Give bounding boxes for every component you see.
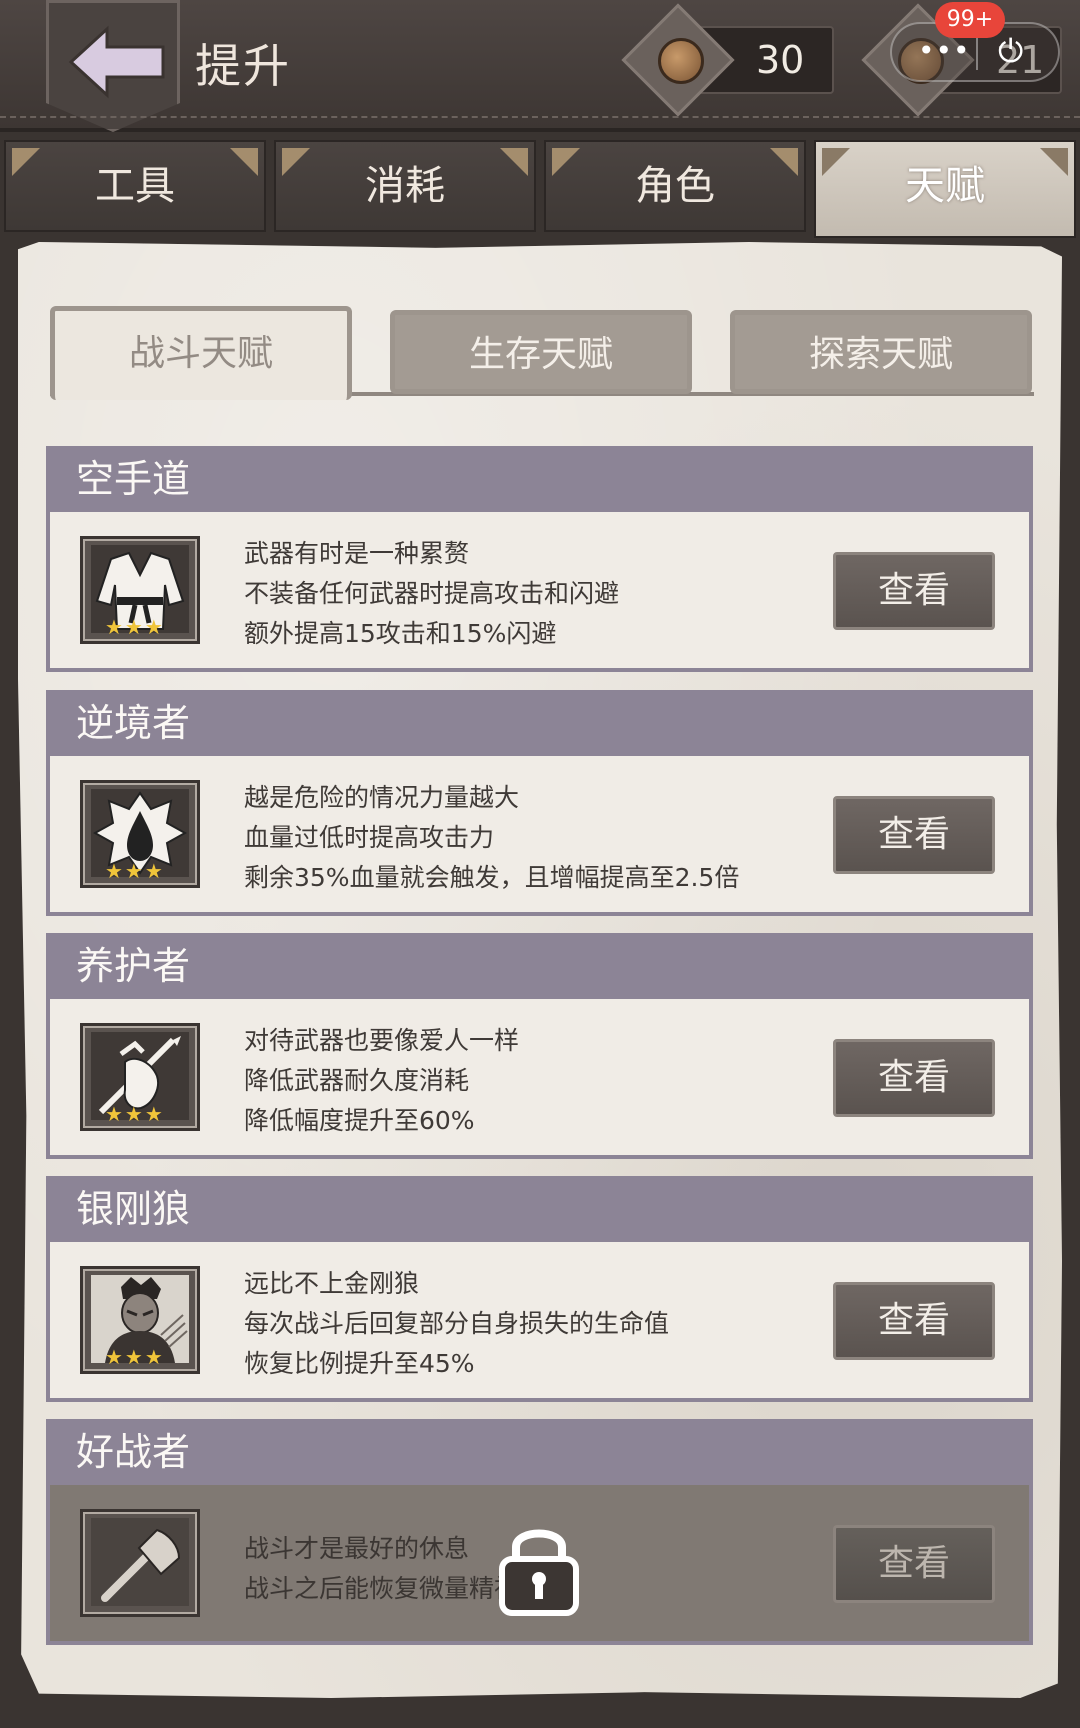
- top-header: 提升 30 21 ••• ⏻ 99+: [0, 0, 1080, 132]
- talent-stars: ★★★: [105, 1102, 165, 1126]
- desc-line: 不装备任何武器时提高攻击和闪避: [244, 579, 620, 608]
- talent-card-caretaker: 养护者 ★★★ 对待武器也要像爱人一样 降低武器耐久度消耗 降低幅度提升至60%…: [46, 933, 1033, 1159]
- axe-icon: [91, 1518, 189, 1606]
- desc-line: 剩余35%血量就会触发，且增幅提高至2.5倍: [244, 863, 740, 892]
- corner-ornament-icon: [822, 148, 850, 176]
- power-icon[interactable]: ⏻: [998, 32, 1023, 71]
- talent-stars: ★★★: [105, 615, 165, 639]
- main-tab-bar: 工具 消耗 角色 天赋: [0, 140, 1080, 238]
- subtab-combat-talents[interactable]: 战斗天赋: [50, 306, 352, 400]
- tab-label: 工具: [95, 163, 175, 209]
- talent-name: 好战者: [46, 1419, 1033, 1485]
- subtab-survival-talents[interactable]: 生存天赋: [390, 310, 692, 394]
- talent-icon-frame: ★★★: [80, 1266, 200, 1374]
- view-button[interactable]: 查看: [833, 1282, 995, 1360]
- currency-a-amount: 30: [756, 38, 805, 82]
- corner-ornament-icon: [282, 148, 310, 176]
- talent-stars: ★★★: [105, 859, 165, 883]
- corner-ornament-icon: [770, 148, 798, 176]
- desc-line: 恢复比例提升至45%: [244, 1349, 475, 1378]
- desc-line: 对待武器也要像爱人一样: [244, 1026, 520, 1055]
- talent-description: 武器有时是一种累赘 不装备任何武器时提高攻击和闪避 额外提高15攻击和15%闪避: [244, 534, 619, 654]
- talent-body: ★★★ 对待武器也要像爱人一样 降低武器耐久度消耗 降低幅度提升至60% 查看: [46, 999, 1033, 1159]
- tab-label: 角色: [635, 163, 715, 209]
- talent-description: 远比不上金刚狼 每次战斗后回复部分自身损失的生命值 恢复比例提升至45%: [244, 1264, 669, 1384]
- talent-body: ★★★ 远比不上金刚狼 每次战斗后回复部分自身损失的生命值 恢复比例提升至45%…: [46, 1242, 1033, 1402]
- currency-coin-a: 30: [621, 3, 842, 117]
- tab-talents[interactable]: 天赋: [814, 140, 1076, 238]
- talent-icon-frame: ★★★: [80, 780, 200, 888]
- talent-name: 养护者: [46, 933, 1033, 999]
- desc-line: 血量过低时提高攻击力: [244, 823, 495, 852]
- desc-line: 降低幅度提升至60%: [244, 1106, 475, 1135]
- coin-icon: [658, 38, 704, 84]
- subtab-exploration-talents[interactable]: 探索天赋: [730, 310, 1032, 394]
- talent-description: 对待武器也要像爱人一样 降低武器耐久度消耗 降低幅度提升至60%: [244, 1021, 519, 1141]
- talent-body: ★★★ 武器有时是一种累赘 不装备任何武器时提高攻击和闪避 额外提高15攻击和1…: [46, 512, 1033, 672]
- desc-line: 远比不上金刚狼: [244, 1269, 420, 1298]
- corner-ornament-icon: [500, 148, 528, 176]
- talent-body: ★★★ 越是危险的情况力量越大 血量过低时提高攻击力 剩余35%血量就会触发，且…: [46, 756, 1033, 916]
- corner-ornament-icon: [230, 148, 258, 176]
- view-button[interactable]: 查看: [833, 796, 995, 874]
- talent-card-adversity: 逆境者 ★★★ 越是危险的情况力量越大 血量过低时提高攻击力 剩余35%血量就会…: [46, 690, 1033, 916]
- talent-icon-frame: ★★★: [80, 536, 200, 644]
- back-button[interactable]: [46, 0, 180, 132]
- talent-name: 逆境者: [46, 690, 1033, 756]
- tab-label: 消耗: [365, 163, 445, 209]
- view-button[interactable]: 查看: [833, 1039, 995, 1117]
- tab-character[interactable]: 角色: [544, 140, 806, 232]
- desc-line: 每次战斗后回复部分自身损失的生命值: [244, 1309, 670, 1338]
- corner-ornament-icon: [1040, 148, 1068, 176]
- talent-card-karate: 空手道 ★★★ 武器有时是一种累赘 不装备任何武器时提高攻击和闪避 额外提高15…: [46, 446, 1033, 672]
- desc-line: 武器有时是一种累赘: [244, 539, 470, 568]
- talent-name: 空手道: [46, 446, 1033, 512]
- notification-badge: 99+: [935, 2, 1005, 38]
- talent-icon-frame: [80, 1509, 200, 1617]
- corner-ornament-icon: [12, 148, 40, 176]
- talent-card-silver-wolf: 银刚狼 ★★★ 远比不上金刚狼 每次战斗后回复部分自身损失的生命值 恢复比例提升…: [46, 1176, 1033, 1402]
- view-button[interactable]: 查看: [833, 1525, 995, 1603]
- talent-description: 越是危险的情况力量越大 血量过低时提高攻击力 剩余35%血量就会触发，且增幅提高…: [244, 778, 739, 898]
- talent-name: 银刚狼: [46, 1176, 1033, 1242]
- desc-line: 额外提高15攻击和15%闪避: [244, 619, 557, 648]
- more-icon[interactable]: •••: [918, 34, 971, 67]
- back-arrow-icon: [68, 25, 165, 99]
- page-title: 提升: [195, 39, 291, 93]
- capsule-divider: [976, 38, 978, 70]
- talent-stars: ★★★: [105, 1345, 165, 1369]
- view-button[interactable]: 查看: [833, 552, 995, 630]
- corner-ornament-icon: [552, 148, 580, 176]
- tab-tools[interactable]: 工具: [4, 140, 266, 232]
- tab-consumables[interactable]: 消耗: [274, 140, 536, 232]
- tab-label: 天赋: [905, 163, 985, 209]
- lock-icon: [499, 1529, 579, 1616]
- talent-icon-frame: ★★★: [80, 1023, 200, 1131]
- desc-line: 越是危险的情况力量越大: [244, 783, 520, 812]
- desc-line: 降低武器耐久度消耗: [244, 1066, 470, 1095]
